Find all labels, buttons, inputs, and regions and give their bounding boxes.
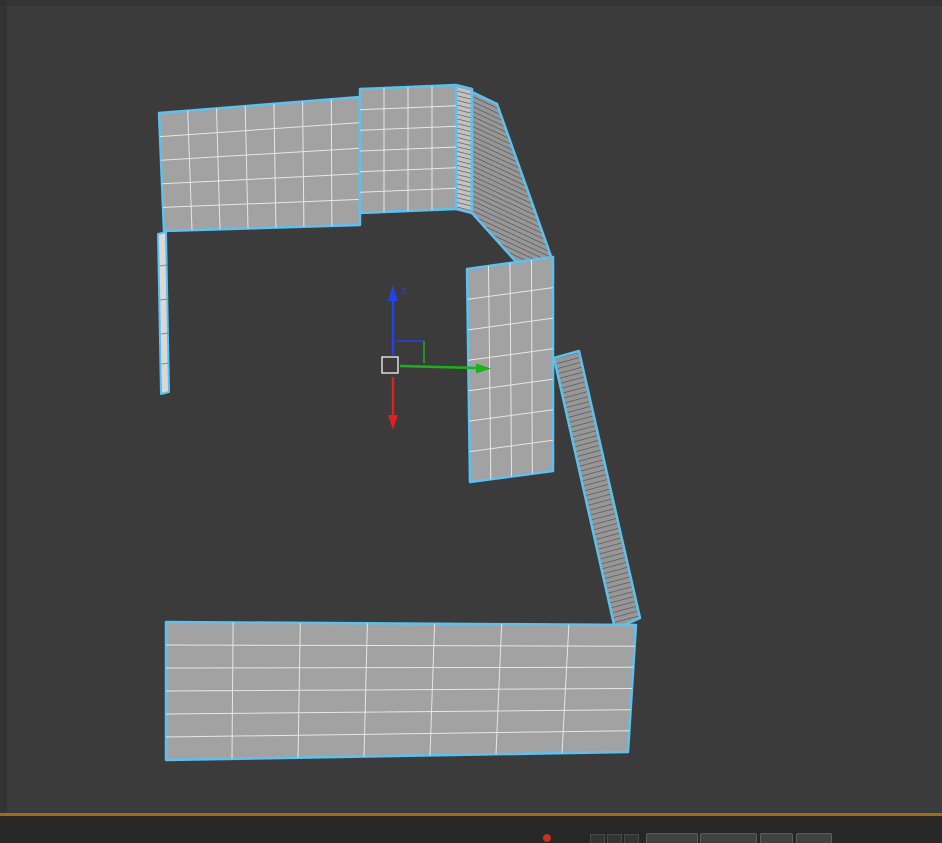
statusbar-button[interactable]: [796, 833, 832, 843]
viewport-canvas: z: [157, 83, 642, 762]
window-edge-left: [0, 0, 7, 813]
gizmo-z-axis[interactable]: z: [388, 285, 406, 355]
statusbar-button[interactable]: [700, 833, 757, 843]
z-axis-label: z: [401, 286, 406, 297]
mini-icon[interactable]: [607, 834, 622, 843]
statusbar-button[interactable]: [646, 833, 698, 843]
selected-wall-mesh[interactable]: [157, 83, 642, 762]
wall-west-sliver: [157, 231, 170, 395]
gizmo-center-box[interactable]: [381, 356, 399, 374]
wall-southeast-edge: [552, 349, 642, 631]
red-dot-icon: [543, 834, 551, 842]
window-edge-top: [0, 0, 942, 6]
status-bar: [0, 816, 942, 843]
statusbar-button[interactable]: [760, 833, 793, 843]
gizmo-y-axis[interactable]: [399, 363, 491, 374]
3d-viewport[interactable]: z: [0, 0, 942, 813]
application-window: z: [0, 0, 942, 843]
wall-north-right-side: [454, 83, 474, 215]
wall-northeast-edge: [470, 90, 555, 278]
gizmo-x-axis[interactable]: [388, 377, 398, 430]
mini-icon[interactable]: [624, 834, 639, 843]
mini-icon[interactable]: [590, 834, 605, 843]
